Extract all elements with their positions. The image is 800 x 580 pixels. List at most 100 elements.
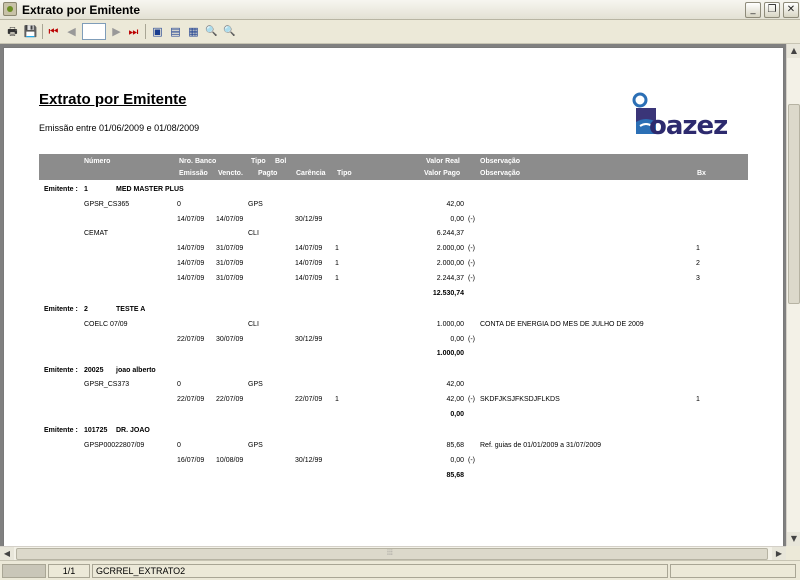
preview-toolbar: 🖶 💾 ⏮ ◀ ▶ ⏭ ▣ ▤ ▦ 🔍 🔍 [0,20,800,44]
line-emissao: 14/07/09 [177,215,205,223]
group-total: 12.530,74 [432,289,464,297]
whole-page-icon[interactable]: ▣ [149,23,166,40]
emitente-name: MED MASTER PLUS [116,186,184,193]
last-page-icon[interactable]: ⏭ [125,23,142,40]
zoom-out-icon[interactable]: 🔍 [221,23,238,40]
vertical-scroll-thumb[interactable] [788,104,800,304]
line-observacao: SKDFJKSJFKSDJFLKDS [480,396,560,404]
line-emissao: 16/07/09 [177,456,205,464]
status-bar: 1/1 GCRREL_EXTRATO2 [0,560,800,580]
line-carencia: 14/07/09 [295,274,323,282]
line-sign: (-) [468,274,475,282]
report-preview-area[interactable]: Extrato por Emitente Emissão entre 01/06… [0,44,786,546]
group-total: 1.000,00 [436,350,464,358]
emitente-label: Emitente : [44,366,78,374]
line-tipo: 1 [335,396,339,404]
line-bx: 1 [696,396,700,404]
col-header-tipo2: Tipo [337,170,352,177]
doc-valor-real: 42,00 [446,381,464,389]
col-header-valor-real: Valor Real [426,158,460,165]
scroll-down-icon[interactable]: ▼ [787,532,800,546]
line-emissao: 22/07/09 [177,335,205,343]
line-valor-pago: 2.000,00 [436,260,464,267]
doc-valor-real: 1.000,00 [436,320,464,328]
doc-tipo: GPS [248,381,263,389]
line-carencia: 30/12/99 [295,456,323,464]
doc-nro-banco: 0 [177,381,181,389]
doc-valor-real: 6.244,37 [436,230,464,238]
zoom-in-icon[interactable]: 🔍 [203,23,220,40]
group-total: 0,00 [450,411,464,418]
horizontal-scrollbar[interactable]: ◀ ⁞⁞⁞ ▶ [0,546,786,561]
line-vencto: 14/07/09 [216,215,244,223]
page-number-input[interactable] [82,23,106,40]
line-vencto: 31/07/09 [216,245,244,253]
line-valor-pago: 0,00 [450,215,464,223]
line-emissao: 22/07/09 [177,396,205,404]
line-vencto: 30/07/09 [216,335,244,343]
first-page-icon[interactable]: ⏮ [45,23,62,40]
emitente-label: Emitente : [44,427,78,435]
line-carencia: 22/07/09 [295,396,323,404]
line-carencia: 14/07/09 [295,260,323,267]
print-icon[interactable]: 🖶 [4,23,21,40]
page-width-icon[interactable]: ▤ [167,23,184,40]
save-icon[interactable]: 💾 [22,23,39,40]
doc-tipo: CLI [248,230,259,238]
emitente-name: TESTE A [116,305,146,313]
toolbar-separator [42,24,43,39]
col-header-valor-pago: Valor Pago [424,170,461,177]
column-header-band: Número Nro. Banco Tipo Bol Valor Real Ob… [39,154,748,180]
line-vencto: 10/08/09 [216,456,244,464]
doc-valor-real: 42,00 [446,200,464,208]
emitente-code: 2 [84,305,88,313]
line-sign: (-) [468,396,475,404]
multi-page-icon[interactable]: ▦ [185,23,202,40]
line-vencto: 22/07/09 [216,396,244,404]
scroll-right-icon[interactable]: ▶ [772,547,786,561]
line-valor-pago: 0,00 [450,456,464,464]
line-sign: (-) [468,335,475,343]
company-logo: oazez [628,92,748,150]
doc-numero: GPSR_CS365 [84,200,130,208]
scroll-up-icon[interactable]: ▲ [787,44,800,58]
col-header-carencia: Carência [296,170,326,177]
line-sign: (-) [468,215,475,223]
report-title: Extrato por Emitente [39,91,187,108]
line-emissao: 14/07/09 [177,274,205,282]
vertical-scrollbar[interactable]: ▲ ▼ [786,44,800,546]
status-extra-panel [670,564,796,578]
logo-text: oazez [649,111,728,141]
col-header-nro-banco: Nro. Banco [179,158,217,165]
col-header-bx: Bx [697,170,706,177]
doc-numero: GPSR_CS373 [84,381,130,389]
prev-page-icon[interactable]: ◀ [63,23,80,40]
emitente-name: DR. JOAO [116,427,150,435]
status-page-count: 1/1 [48,564,90,578]
line-valor-pago: 2.000,00 [436,245,464,253]
scroll-left-icon[interactable]: ◀ [0,547,14,561]
app-icon [3,2,17,16]
maximize-button[interactable]: ❐ [764,2,780,18]
line-bx: 3 [696,274,700,282]
horizontal-scroll-thumb[interactable]: ⁞⁞⁞ [16,548,768,560]
col-header-numero: Número [84,158,111,165]
line-carencia: 30/12/99 [295,335,323,343]
col-header-pagto: Pagto [258,170,278,177]
group-total: 85,68 [446,471,464,479]
minimize-button[interactable]: _ [745,2,761,18]
line-vencto: 31/07/09 [216,274,244,282]
close-button[interactable]: ✕ [783,2,799,18]
col-header-observacao2: Observação [480,170,521,177]
line-sign: (-) [468,245,475,253]
next-page-icon[interactable]: ▶ [108,23,125,40]
window-title: Extrato por Emitente [22,3,141,17]
line-valor-pago: 2.244,37 [436,274,464,282]
line-tipo: 1 [335,274,339,282]
doc-numero: CEMAT [84,230,108,238]
line-tipo: 1 [335,260,339,267]
doc-tipo: GPS [248,200,263,208]
line-vencto: 31/07/09 [216,260,244,267]
report-page: Extrato por Emitente Emissão entre 01/06… [3,47,784,546]
line-sign: (-) [468,260,475,267]
